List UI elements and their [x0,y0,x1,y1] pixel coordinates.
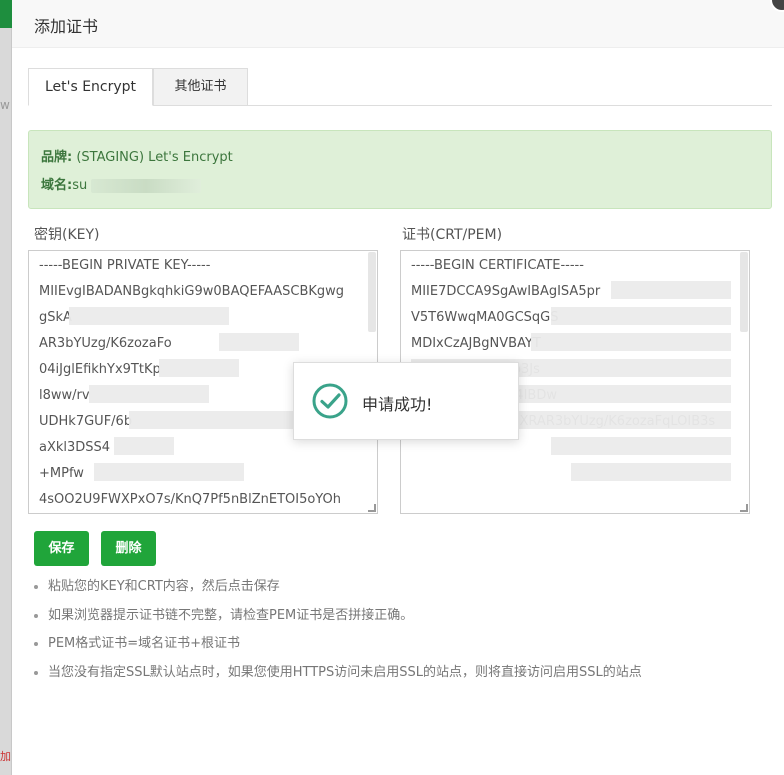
tips-list: 粘贴您的KEY和CRT内容，然后点击保存 如果浏览器提示证书链不完整，请检查PE… [34,578,774,692]
redaction-mosaic [69,307,229,325]
key-line: 4sOO2U9FWXPxO7s/KnQ7Pf5nBlZnETOI5oYOh [39,492,342,507]
tip-text: 如果浏览器提示证书链不完整，请检查PEM证书是否拼接正确。 [48,607,414,623]
certificate-tabs: Let's Encrypt 其他证书 [28,68,772,106]
list-item: 如果浏览器提示证书链不完整，请检查PEM证书是否拼接正确。 [34,607,774,636]
tip-text: PEM格式证书=域名证书+根证书 [48,636,241,651]
scrollbar[interactable] [368,252,376,332]
bullet-icon [34,642,38,646]
redaction-mosaic [571,463,731,481]
bullet-icon [34,613,38,618]
check-circle-icon [312,383,348,419]
tip-text: 粘贴您的KEY和CRT内容，然后点击保存 [48,579,280,594]
background-text-fragment: w [0,98,10,112]
list-item: PEM格式证书=域名证书+根证书 [34,635,774,664]
list-item: 粘贴您的KEY和CRT内容，然后点击保存 [34,578,774,607]
redaction-mosaic [89,385,209,403]
brand-label: 品牌: [41,150,73,165]
redaction-mosaic [551,437,731,455]
toast-message: 申请成功! [362,395,433,414]
background-page-edge: w 加 [0,0,12,775]
brand-row: 品牌: (STAGING) Let's Encrypt [41,146,233,165]
add-certificate-dialog: 添加证书 Let's Encrypt 其他证书 品牌: (STAGING) Le… [12,0,784,775]
list-item: 当您没有指定SSL默认站点时，如果您使用HTTPS访问未启用SSL的站点，则将直… [34,664,774,693]
redaction-mosaic [219,333,299,351]
key-line: -----BEGIN PRIVATE KEY----- [39,258,211,273]
resize-handle[interactable] [740,504,748,512]
redaction-mosaic [551,307,731,325]
crt-line: -----BEGIN CERTIFICATE----- [411,258,584,273]
tab-other-certificate[interactable]: 其他证书 [153,68,248,106]
redaction-mosaic [611,281,731,299]
domain-row: 域名:su [41,174,202,193]
save-button[interactable]: 保存 [34,531,89,566]
dialog-title: 添加证书 [34,17,99,36]
redaction-mosaic [531,333,731,351]
scrollbar[interactable] [740,252,748,332]
crt-field-label: 证书(CRT/PEM) [402,227,503,243]
resize-handle[interactable] [368,504,376,512]
redaction-mosaic [94,463,244,481]
certificate-info-box: 品牌: (STAGING) Let's Encrypt 域名:su [28,130,772,209]
tab-lets-encrypt[interactable]: Let's Encrypt [28,68,153,106]
redaction-mosaic [114,437,174,455]
domain-value: su [72,178,88,193]
delete-button[interactable]: 删除 [101,531,156,566]
key-line: MIIEvgIBADANBgkqhkiG9w0BAQEFAASCBKgwg [39,284,345,299]
key-line: AR3bYUzg/K6zozaFo [39,336,172,351]
success-toast: 申请成功! [293,362,519,440]
redaction-mosaic [159,359,239,377]
background-header-block [0,0,12,28]
redacted-domain [91,178,202,193]
bullet-icon [34,670,38,675]
domain-label: 域名: [41,178,73,193]
bullet-icon [34,585,38,589]
dialog-header: 添加证书 [12,0,784,48]
tip-text: 当您没有指定SSL默认站点时，如果您使用HTTPS访问未启用SSL的站点，则将直… [48,664,642,680]
key-field-label: 密钥(KEY) [34,227,100,243]
brand-value: (STAGING) Let's Encrypt [76,150,233,165]
redaction-mosaic [129,411,309,429]
background-text-fragment: 加 [0,750,11,763]
